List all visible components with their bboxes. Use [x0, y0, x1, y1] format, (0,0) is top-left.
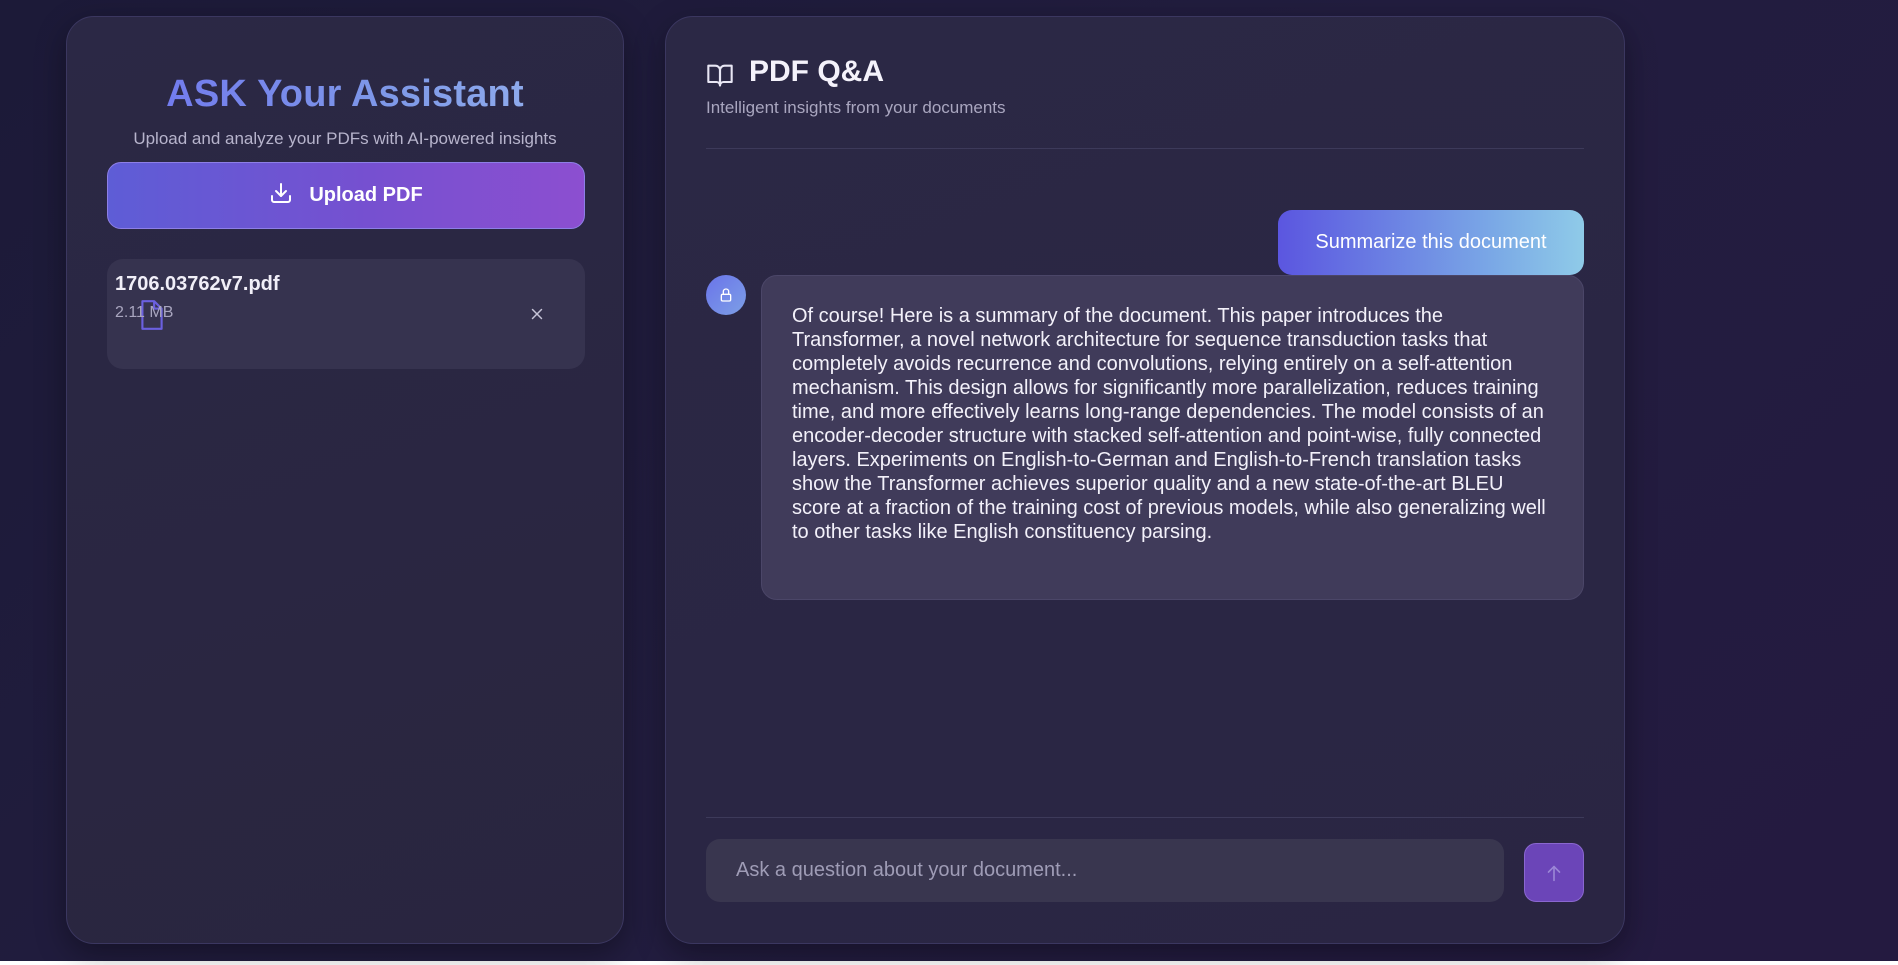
assistant-avatar: [706, 275, 746, 315]
assistant-message-text: Of course! Here is a summary of the docu…: [792, 305, 1546, 543]
chat-panel: PDF Q&A Intelligent insights from your d…: [665, 16, 1625, 944]
app-title: ASK Your Assistant: [67, 73, 623, 116]
page-subtitle: Intelligent insights from your documents: [706, 98, 1006, 117]
user-message-bubble: Summarize this document: [1278, 210, 1584, 275]
upload-pdf-button[interactable]: Upload PDF: [107, 162, 585, 229]
book-open-icon: [706, 61, 734, 89]
sidebar-panel: ASK Your Assistant Upload and analyze yo…: [66, 16, 624, 944]
lock-icon: [720, 288, 732, 302]
input-divider: [706, 817, 1584, 818]
assistant-message-bubble: Of course! Here is a summary of the docu…: [761, 275, 1584, 600]
file-name: 1706.03762v7.pdf: [115, 273, 280, 295]
app-subtitle: Upload and analyze your PDFs with AI-pow…: [133, 129, 557, 148]
upload-pdf-label: Upload PDF: [309, 184, 423, 206]
arrow-up-icon: [1547, 865, 1561, 881]
question-input[interactable]: [706, 839, 1504, 902]
header-divider: [706, 148, 1584, 149]
window-bottom-strip: [0, 961, 1898, 965]
send-button[interactable]: [1524, 843, 1584, 902]
file-size: 2.11 MB: [115, 304, 174, 321]
download-icon: [269, 181, 293, 211]
user-message-text: Summarize this document: [1315, 231, 1547, 253]
close-icon: [531, 308, 543, 320]
remove-file-button[interactable]: [525, 302, 549, 326]
page-title: PDF Q&A: [749, 55, 884, 88]
